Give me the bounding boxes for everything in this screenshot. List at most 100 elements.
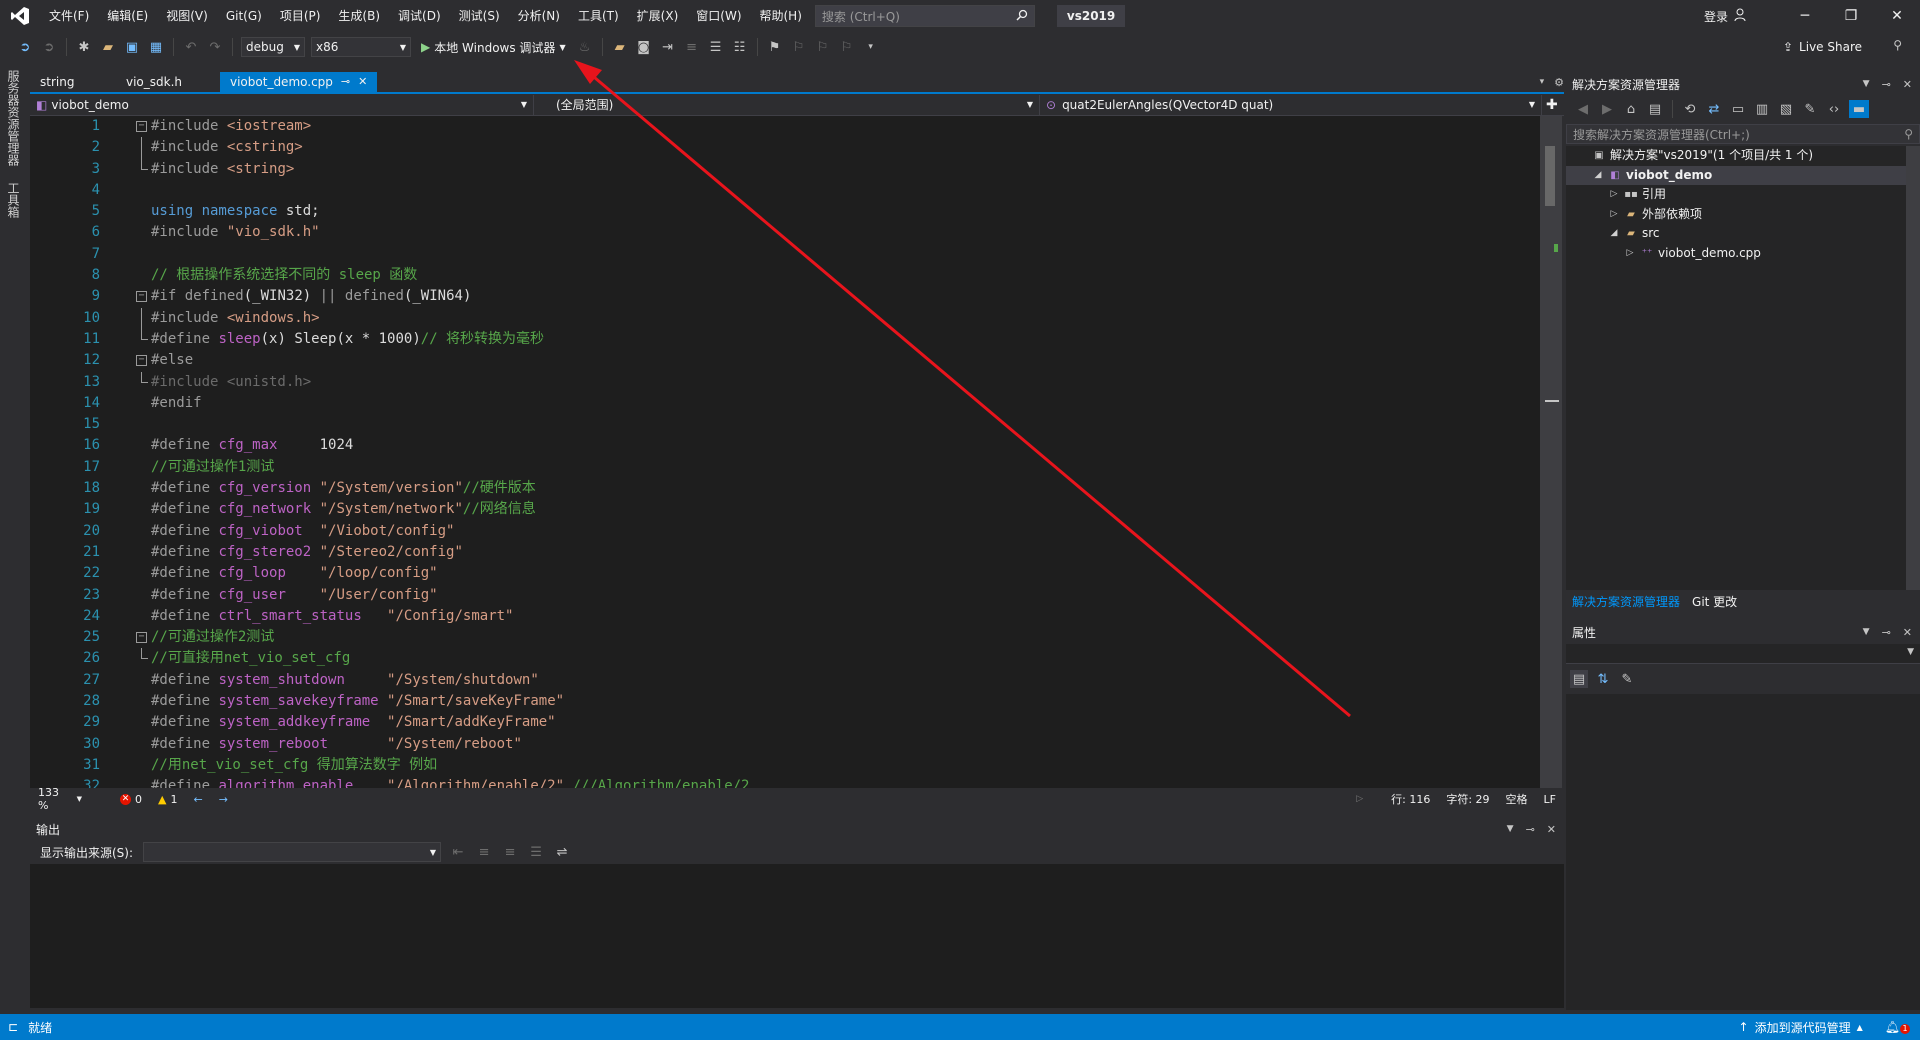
navigate-back-icon[interactable]: ➲ <box>16 38 34 56</box>
previous-issue-button[interactable]: ← <box>185 793 210 806</box>
expand-arrow-icon[interactable]: ◢ <box>1608 224 1620 244</box>
solution-configuration-select[interactable]: debug ▼ <box>241 37 305 57</box>
word-wrap-icon[interactable]: ⇌ <box>553 843 571 861</box>
open-file-icon[interactable]: ▰ <box>99 38 117 56</box>
property-pages-icon[interactable]: ✎ <box>1618 670 1636 688</box>
feedback-icon[interactable]: ⚲ <box>1893 38 1902 52</box>
code-line[interactable]: 11 #define sleep(x) Sleep(x * 1000)// 将秒转… <box>30 328 1550 350</box>
close-icon[interactable]: ✕ <box>1903 78 1912 91</box>
navigate-forward-icon[interactable]: ➲ <box>40 38 58 56</box>
code-line[interactable]: 25 −//可通过操作2测试 <box>30 627 1550 648</box>
sync-icon[interactable]: ⇄ <box>1705 100 1723 118</box>
tab-viobot-demo-cpp[interactable]: viobot_demo.cpp ⊸ ✕ <box>220 72 378 92</box>
menu-item[interactable]: 生成(B) <box>329 0 389 32</box>
format-icon[interactable]: ≡ <box>683 38 701 56</box>
search-input[interactable]: 搜索 (Ctrl+Q) <box>814 5 1035 27</box>
member-select[interactable]: ⊙ quat2EulerAngles(QVector4D quat) ▼ <box>1040 94 1542 115</box>
code-line[interactable]: 6 #include "vio_sdk.h" <box>30 222 1550 243</box>
expand-arrow-icon[interactable]: ▷ <box>1608 185 1620 205</box>
home-icon[interactable]: ⌂ <box>1622 100 1640 118</box>
new-project-icon[interactable]: ✱ <box>75 38 93 56</box>
login-button[interactable]: 登录 <box>1704 8 1748 25</box>
step-icon[interactable]: ⇥ <box>659 38 677 56</box>
tab-git-changes[interactable]: Git 更改 <box>1686 593 1743 610</box>
categorized-icon[interactable]: ▤ <box>1570 670 1588 688</box>
code-line[interactable]: 3 #include <string> <box>30 158 1550 180</box>
save-all-icon[interactable]: ▦ <box>147 38 165 56</box>
code-line[interactable]: 1 − #include <iostream> <box>30 116 1550 137</box>
clear-all-icon[interactable]: ☰ <box>527 843 545 861</box>
code-line[interactable]: 27 #define system_shutdown "/System/shutd… <box>30 670 1550 691</box>
code-line[interactable]: 23 #define cfg_user "/User/config" <box>30 585 1550 606</box>
prev-bookmark-icon[interactable]: ⚐ <box>790 38 808 56</box>
close-icon[interactable]: ✕ <box>1903 626 1912 639</box>
next-message-icon[interactable]: ≡ <box>501 843 519 861</box>
menu-item[interactable]: 文件(F) <box>40 0 98 32</box>
solution-platform-select[interactable]: x86 ▼ <box>311 37 411 57</box>
split-editor-icon[interactable]: ✚ <box>1546 97 1558 113</box>
close-icon[interactable]: ✕ <box>1547 823 1556 836</box>
collapse-all-icon[interactable]: ▥ <box>1753 100 1771 118</box>
code-editor[interactable]: 1− #include <iostream> 2 #include <cstring>… <box>30 116 1550 788</box>
code-line[interactable]: 15 <box>30 414 1550 435</box>
code-line[interactable]: 30 #define system_reboot "/System/reboot" <box>30 734 1550 755</box>
editor-vertical-scrollbar[interactable] <box>1540 116 1562 788</box>
scrollbar-thumb[interactable] <box>1545 146 1555 206</box>
menu-item[interactable]: 视图(V) <box>157 0 217 32</box>
code-line[interactable]: 20 #define cfg_viobot "/Viobot/config" <box>30 521 1550 542</box>
code-line[interactable]: 28 #define system_savekeyframe "/Smart/sa… <box>30 691 1550 712</box>
redo-icon[interactable]: ↷ <box>206 38 224 56</box>
whitespace-indicator[interactable]: 空格 <box>1498 791 1536 807</box>
scroll-left-icon[interactable]: ▷ <box>1356 794 1363 804</box>
solution-tree-scrollbar[interactable] <box>1906 146 1920 590</box>
menu-item[interactable]: Git(G) <box>217 0 271 32</box>
solution-search-input[interactable]: 搜索解决方案资源管理器(Ctrl+;) ⚲ <box>1566 124 1920 144</box>
close-window-button[interactable]: ✕ <box>1874 0 1920 32</box>
comment-icon[interactable]: ☰ <box>707 38 725 56</box>
expand-arrow-icon[interactable]: ▷ <box>1608 205 1620 225</box>
undo-icon[interactable]: ↶ <box>182 38 200 56</box>
next-bookmark-icon[interactable]: ⚐ <box>814 38 832 56</box>
code-line[interactable]: 5 using namespace std; <box>30 201 1550 222</box>
code-line[interactable]: 21 #define cfg_stereo2 "/Stereo2/config" <box>30 542 1550 563</box>
find-message-icon[interactable]: ⇤ <box>449 843 467 861</box>
code-line[interactable]: 9 − #if defined(_WIN32) || defined(_WIN64) <box>30 286 1550 307</box>
view-code-icon[interactable]: ‹› <box>1825 100 1843 118</box>
code-line[interactable]: 2 #include <cstring> <box>30 137 1550 159</box>
code-line[interactable]: 10 #include <windows.h> <box>30 307 1550 329</box>
properties-wrench-icon[interactable]: ✎ <box>1801 100 1819 118</box>
warning-count[interactable]: ▲ 1 <box>150 793 185 806</box>
code-line[interactable]: 19 #define cfg_network "/System/network"/… <box>30 499 1550 520</box>
folder-icon[interactable]: ▰ <box>611 38 629 56</box>
pin-icon[interactable]: ⊸ <box>1526 823 1535 836</box>
line-ending-indicator[interactable]: LF <box>1536 793 1564 806</box>
menu-item[interactable]: 帮助(H) <box>751 0 811 32</box>
code-line[interactable]: 16 #define cfg_max 1024 <box>30 435 1550 456</box>
code-line[interactable]: 26 //可直接用net_vio_set_cfg <box>30 648 1550 669</box>
source-control-button[interactable]: ↑ 添加到源代码管理 ▲ <box>1739 1019 1863 1036</box>
collapse-region-icon[interactable]: − <box>136 632 147 644</box>
properties-object-select[interactable]: ▼ <box>1566 644 1920 664</box>
collapse-region-icon[interactable]: − <box>136 291 147 303</box>
clear-bookmarks-icon[interactable]: ⚐ <box>838 38 856 56</box>
minimize-button[interactable]: ─ <box>1782 0 1828 32</box>
alphabetical-icon[interactable]: ⇅ <box>1594 670 1612 688</box>
code-line[interactable]: 12 − #else <box>30 350 1550 371</box>
toolbox-tab[interactable]: 工具箱 <box>5 174 22 226</box>
code-line[interactable]: 32 #define algorithm_enable "/Algorithm/e… <box>30 776 1550 788</box>
output-source-select[interactable]: ▼ <box>143 842 442 862</box>
output-content[interactable] <box>30 864 1564 1008</box>
tree-item[interactable]: ▷ ⁺⁺ viobot_demo.cpp <box>1566 244 1906 264</box>
show-all-files-icon[interactable]: ▧ <box>1777 100 1795 118</box>
pending-changes-filter-icon[interactable]: ⟲ <box>1681 100 1699 118</box>
pin-icon[interactable]: ⊸ <box>341 72 350 92</box>
menu-item[interactable]: 测试(S) <box>450 0 509 32</box>
collapse-region-icon[interactable]: − <box>136 355 147 367</box>
zoom-select[interactable]: 133 % ▼ <box>30 786 90 812</box>
char-indicator[interactable]: 字符: 29 <box>1438 791 1497 807</box>
close-tab-icon[interactable]: ✕ <box>358 72 367 92</box>
flame-icon[interactable]: ♨ <box>576 38 594 56</box>
menu-item[interactable]: 工具(T) <box>569 0 628 32</box>
maximize-button[interactable]: ❐ <box>1828 0 1874 32</box>
window-menu-icon[interactable]: ▼ <box>1507 824 1514 834</box>
